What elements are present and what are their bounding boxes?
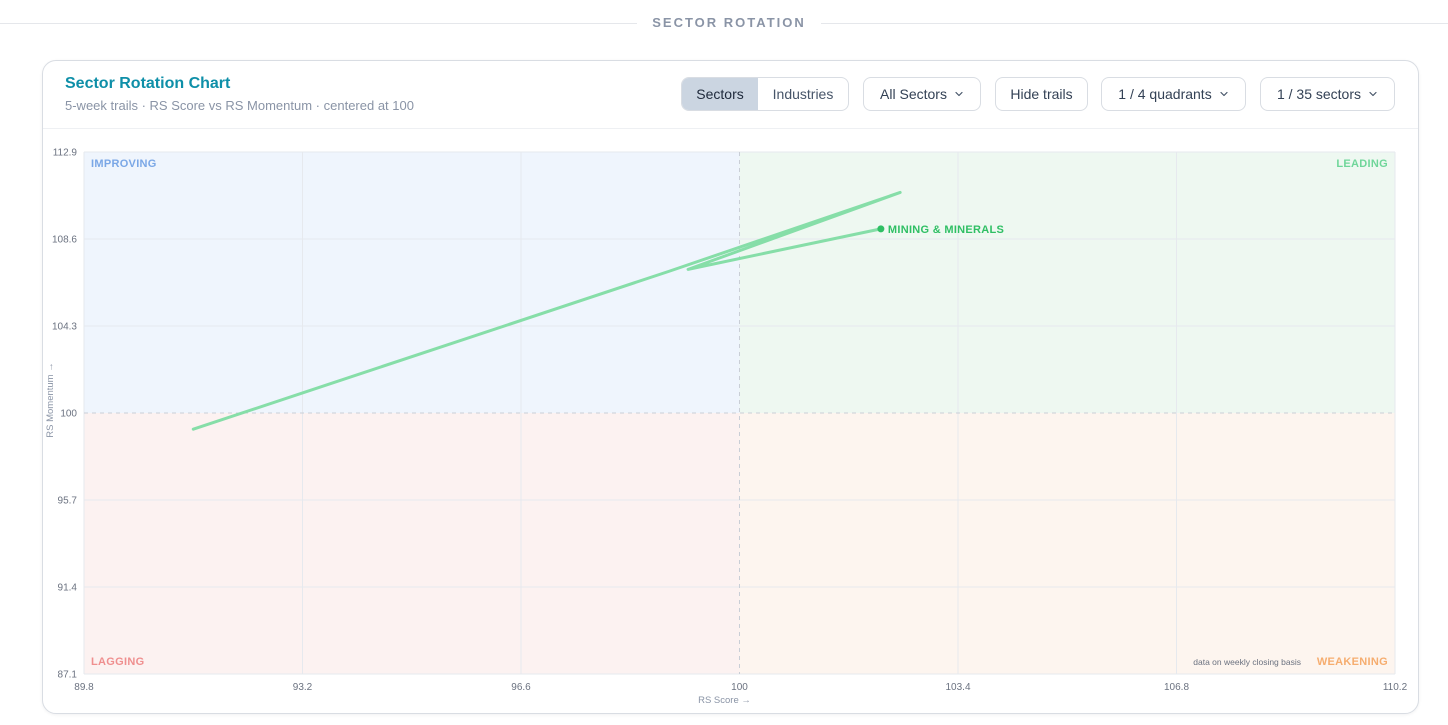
y-tick-label: 112.9 bbox=[53, 148, 78, 159]
chevron-down-icon bbox=[1220, 91, 1228, 97]
quadrants-dropdown[interactable]: 1 / 4 quadrants bbox=[1101, 77, 1246, 111]
section-divider-left bbox=[0, 23, 637, 24]
chevron-down-icon bbox=[1369, 91, 1377, 97]
x-tick-label: 89.8 bbox=[74, 682, 94, 693]
quadrant-weakening bbox=[739, 413, 1395, 674]
x-axis-ticks: 89.8 93.2 96.6 100 103.4 106.8 110.2 bbox=[74, 682, 1407, 693]
hide-trails-label: Hide trails bbox=[1010, 86, 1073, 102]
x-tick-label: 96.6 bbox=[511, 682, 531, 693]
rotation-chart[interactable]: 112.9 108.6 104.3 100 95.7 91.4 87.1 89.8 93.2 9… bbox=[43, 129, 1419, 714]
y-tick-label: 108.6 bbox=[52, 235, 77, 246]
y-axis-title: RS Momentum → bbox=[45, 362, 56, 438]
y-tick-label: 87.1 bbox=[58, 670, 78, 681]
hide-trails-button[interactable]: Hide trails bbox=[995, 77, 1088, 111]
sector-filter-dropdown[interactable]: All Sectors bbox=[863, 77, 981, 111]
y-tick-label: 95.7 bbox=[58, 496, 78, 507]
sectors-toggle-button[interactable]: Sectors bbox=[682, 78, 758, 110]
series-current-point[interactable] bbox=[877, 225, 885, 233]
chart-subtitle: 5-week trails · RS Score vs RS Momentum … bbox=[65, 98, 414, 113]
sectors-count-label: 1 / 35 sectors bbox=[1276, 86, 1362, 102]
card-header: Sector Rotation Chart 5-week trails · RS… bbox=[43, 61, 1418, 129]
y-tick-label: 100 bbox=[60, 409, 77, 420]
series-label: MINING & MINERALS bbox=[888, 224, 1004, 236]
x-tick-label: 110.2 bbox=[1383, 682, 1408, 693]
quadrant-label-lagging: LAGGING bbox=[91, 656, 144, 668]
y-tick-label: 91.4 bbox=[58, 583, 78, 594]
quadrant-label-improving: IMPROVING bbox=[91, 158, 157, 170]
quadrant-improving bbox=[84, 152, 740, 413]
sector-filter-label: All Sectors bbox=[880, 86, 947, 102]
quadrants-label: 1 / 4 quadrants bbox=[1118, 86, 1212, 102]
quadrant-lagging bbox=[84, 413, 740, 674]
chart-title: Sector Rotation Chart bbox=[65, 75, 231, 92]
x-tick-label: 93.2 bbox=[293, 682, 313, 693]
sectors-count-dropdown[interactable]: 1 / 35 sectors bbox=[1260, 77, 1395, 111]
sector-rotation-card: Sector Rotation Chart 5-week trails · RS… bbox=[42, 60, 1419, 714]
section-header: SECTOR ROTATION bbox=[0, 0, 1448, 46]
quadrant-label-weakening: WEAKENING bbox=[1317, 656, 1388, 668]
x-tick-label: 103.4 bbox=[945, 682, 970, 693]
section-divider-right bbox=[821, 23, 1448, 24]
chart-note: data on weekly closing basis bbox=[1193, 657, 1301, 667]
x-tick-label: 106.8 bbox=[1164, 682, 1189, 693]
y-tick-label: 104.3 bbox=[52, 322, 77, 333]
x-axis-title: RS Score → bbox=[698, 695, 751, 706]
view-toggle: Sectors Industries bbox=[681, 77, 849, 111]
quadrant-label-leading: LEADING bbox=[1336, 158, 1388, 170]
section-title: SECTOR ROTATION bbox=[652, 15, 806, 30]
industries-toggle-button[interactable]: Industries bbox=[758, 78, 848, 110]
quadrant-leading bbox=[739, 152, 1395, 413]
chevron-down-icon bbox=[955, 91, 963, 97]
x-tick-label: 100 bbox=[731, 682, 748, 693]
